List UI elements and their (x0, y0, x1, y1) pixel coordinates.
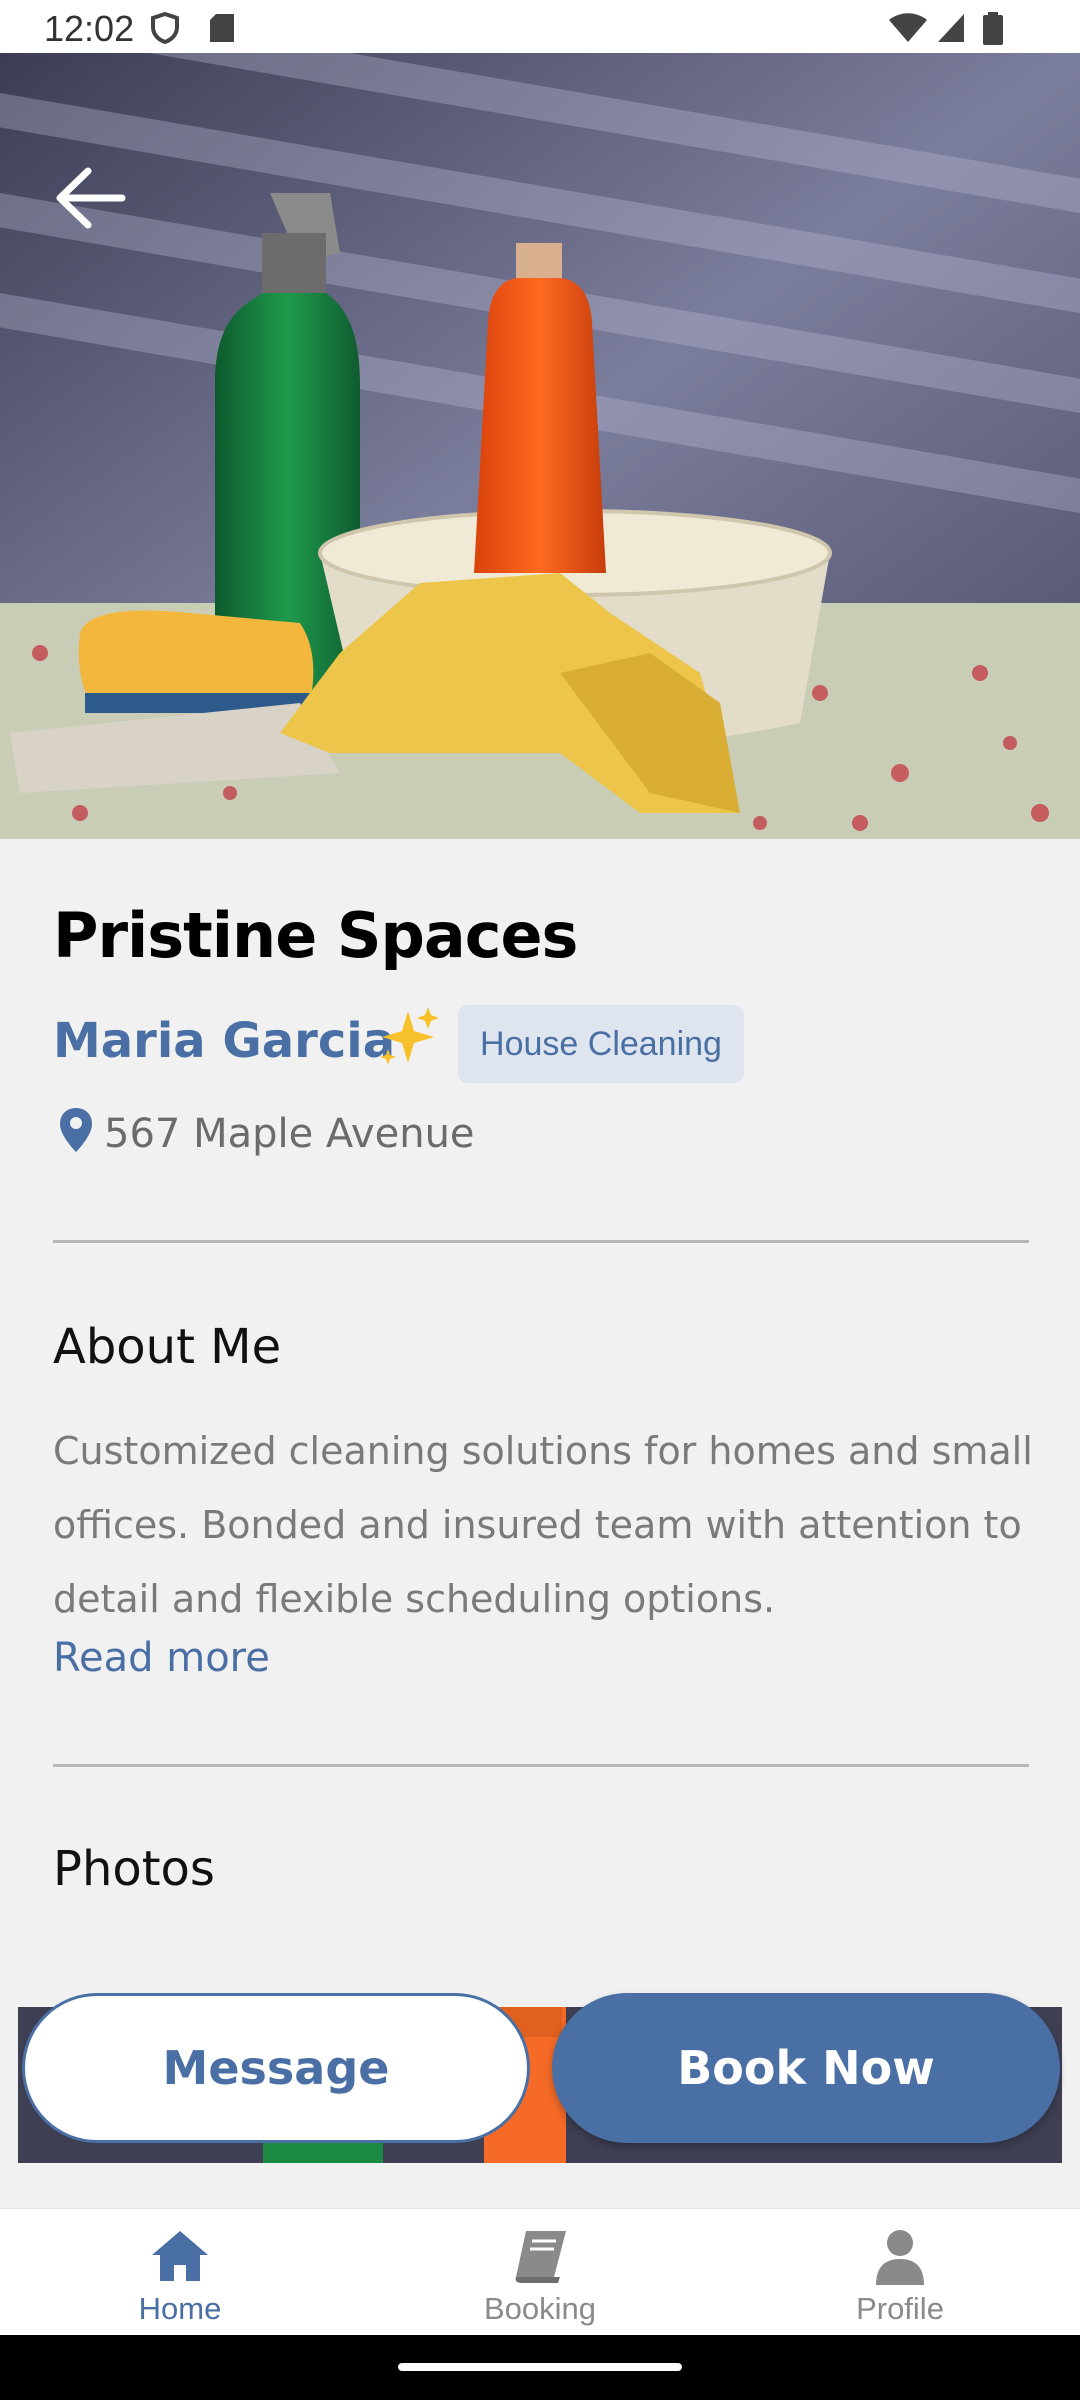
wifi-icon (889, 13, 927, 42)
business-name: Pristine Spaces (53, 899, 578, 972)
back-arrow-icon[interactable] (52, 165, 128, 231)
photos-heading: Photos (53, 1841, 215, 1897)
address: 567 Maple Avenue (104, 1111, 475, 1157)
home-gesture-handle[interactable] (398, 2363, 682, 2371)
divider (53, 1764, 1029, 1767)
nav-profile[interactable]: Profile (800, 2209, 1000, 2336)
home-icon (152, 2231, 208, 2281)
category-badge: House Cleaning (458, 1005, 744, 1083)
book-icon (515, 2231, 566, 2283)
nav-profile-label: Profile (856, 2291, 944, 2326)
book-now-button[interactable]: Book Now (552, 1993, 1060, 2143)
person-icon (876, 2230, 924, 2285)
gesture-bar (0, 2335, 1080, 2400)
read-more-link[interactable]: Read more (53, 1635, 270, 1681)
sparkles-icon (380, 1007, 439, 1065)
location-pin-icon (60, 1108, 92, 1152)
hero-image (0, 53, 1080, 839)
signal-icon (938, 14, 964, 42)
status-time: 12:02 (44, 8, 135, 49)
nav-home-label: Home (138, 2291, 222, 2326)
divider (53, 1240, 1029, 1243)
shield-icon (151, 12, 179, 44)
status-bar: 12:02 (0, 0, 1080, 53)
message-button[interactable]: Message (22, 1993, 530, 2143)
nav-home[interactable]: Home (80, 2209, 280, 2336)
about-heading: About Me (53, 1319, 282, 1375)
owner-name[interactable]: Maria Garcia (53, 1013, 395, 1069)
sd-card-icon (210, 14, 234, 42)
nav-booking-label: Booking (483, 2291, 597, 2326)
bottom-navigation: Home Booking Profile (0, 2208, 1080, 2335)
nav-booking[interactable]: Booking (440, 2209, 640, 2336)
cleaning-supplies-image (0, 53, 1080, 839)
about-text: Customized cleaning solutions for homes … (53, 1429, 1033, 1621)
battery-icon (983, 12, 1003, 45)
